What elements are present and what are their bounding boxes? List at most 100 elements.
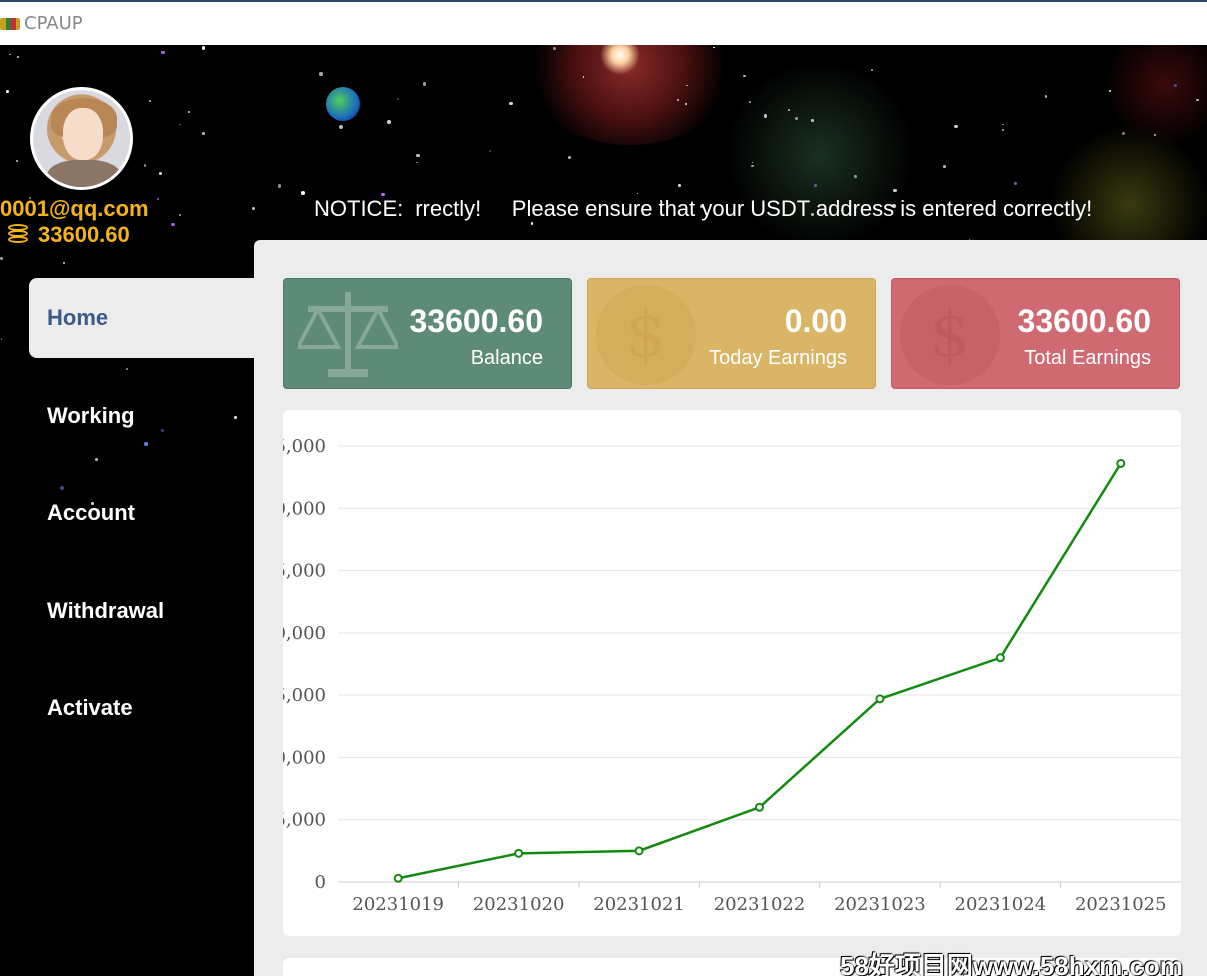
star-dot: [787, 108, 790, 111]
nav-item-withdrawal[interactable]: Withdrawal: [29, 571, 254, 651]
star-dot: [677, 183, 682, 188]
star-dot: [63, 262, 65, 264]
y-tick-label: 0: [315, 872, 326, 893]
total-earnings-card: $ 33600.60 Total Earnings: [891, 278, 1180, 389]
user-balance-value: 33600.60: [38, 222, 130, 247]
y-tick-label: 0,000: [283, 747, 326, 768]
star-dot: [954, 124, 958, 129]
star-dot: [530, 222, 534, 225]
star-dot: [893, 188, 897, 193]
star-dot: [1002, 124, 1004, 126]
star-dot: [9, 53, 11, 56]
star-dot: [0, 256, 4, 260]
x-tick-label: 20231019: [352, 894, 444, 915]
data-point[interactable]: [514, 848, 524, 858]
star-dot: [748, 101, 751, 104]
star-dot: [161, 50, 165, 55]
star-dot: [751, 164, 754, 167]
user-avatar[interactable]: [30, 87, 133, 190]
star-dot: [553, 46, 557, 50]
star-dot: [188, 110, 191, 113]
dollar-icon: $: [596, 285, 696, 385]
star-dot: [422, 82, 427, 87]
star-dot: [1, 338, 3, 340]
star-dot: [397, 97, 400, 100]
earnings-chart: 0 5,000 0,000 5,000 0,000 5,000 0,000 5,000 2023…: [283, 410, 1181, 936]
user-balance: 33600.60: [8, 222, 130, 248]
star-dot: [871, 69, 874, 72]
star-dot: [415, 161, 418, 164]
star-dot: [1013, 182, 1017, 186]
star-dot: [202, 132, 205, 135]
earnings-line-chart: 0 5,000 0,000 5,000 0,000 5,000 0,000 5,000 2023…: [283, 436, 1181, 915]
star-dot: [156, 197, 160, 201]
window-titlebar: CPAUP: [0, 0, 1207, 45]
x-tick-label: 20231020: [473, 894, 565, 915]
data-point[interactable]: [875, 694, 885, 704]
star-dot: [488, 149, 491, 153]
x-tick-label: 20231022: [714, 894, 806, 915]
balance-label: Balance: [470, 347, 543, 369]
star-dot: [568, 155, 571, 159]
star-dot: [252, 207, 256, 211]
today-earnings-card: $ 0.00 Today Earnings: [587, 278, 876, 389]
notice-text: rrectly! Please ensure that your USDT ad…: [415, 196, 1093, 221]
y-tick-label: 5,000: [283, 561, 326, 582]
star-dot: [1044, 95, 1048, 98]
star-dot: [1121, 131, 1125, 136]
total-earnings-value: 33600.60: [1017, 303, 1151, 339]
star-dot: [387, 119, 392, 124]
main-panel: 33600.60 Balance $ 0.00 Today Earnings $…: [254, 240, 1207, 976]
star-dot: [6, 90, 10, 93]
y-tick-label: 5,000: [283, 436, 326, 457]
star-dot: [201, 46, 206, 50]
star-dot: [416, 153, 420, 158]
star-dot: [943, 165, 946, 168]
data-point[interactable]: [995, 653, 1005, 663]
data-point[interactable]: [755, 802, 764, 812]
notice-label: NOTICE:: [314, 196, 404, 221]
notice-bar: NOTICE: rrectly! Please ensure that your …: [314, 196, 1092, 222]
scale-icon: [298, 292, 398, 377]
watermark-text: 58好项目网www.58hxm.com: [840, 951, 1183, 976]
data-point[interactable]: [634, 846, 644, 856]
star-dot: [1153, 133, 1156, 137]
star-dot: [854, 174, 858, 178]
star-dot: [179, 214, 182, 217]
star-dot: [1109, 90, 1111, 93]
nav-item-working[interactable]: Working: [29, 376, 254, 456]
star-dot: [763, 113, 768, 118]
user-email: 0001@qq.com: [0, 196, 149, 221]
x-tick-label: 20231024: [955, 894, 1047, 915]
nav-item-activate[interactable]: Activate: [29, 668, 254, 748]
star-dot: [143, 164, 147, 167]
star-dot: [149, 100, 151, 102]
star-dot: [676, 99, 679, 101]
data-point[interactable]: [1116, 458, 1126, 468]
coins-stack-icon: [8, 224, 28, 246]
star-dot: [301, 191, 306, 196]
y-tick-label: 0,000: [283, 623, 326, 644]
y-tick-label: 5,000: [283, 810, 326, 831]
app-logo-icon: [0, 17, 20, 30]
star-dot: [277, 184, 282, 188]
y-tick-label: 0,000: [283, 498, 326, 519]
earnings-series-line: [397, 462, 1122, 880]
balance-card: 33600.60 Balance: [283, 278, 572, 389]
nav-item-home[interactable]: Home: [29, 278, 254, 358]
total-earnings-label: Total Earnings: [1024, 347, 1151, 369]
star-dot: [94, 458, 98, 461]
star-dot: [508, 101, 513, 106]
star-dot: [636, 192, 638, 195]
star-dot: [126, 368, 128, 370]
data-point[interactable]: [393, 873, 403, 883]
star-dot: [338, 125, 343, 130]
star-dot: [1002, 128, 1005, 131]
nav-item-account[interactable]: Account: [29, 473, 254, 553]
star-dot: [811, 119, 814, 122]
star-dot: [179, 123, 182, 126]
star-dot: [742, 74, 746, 78]
star-dot: [319, 72, 323, 76]
balance-value: 33600.60: [409, 303, 543, 339]
today-earnings-value: 0.00: [784, 303, 847, 339]
